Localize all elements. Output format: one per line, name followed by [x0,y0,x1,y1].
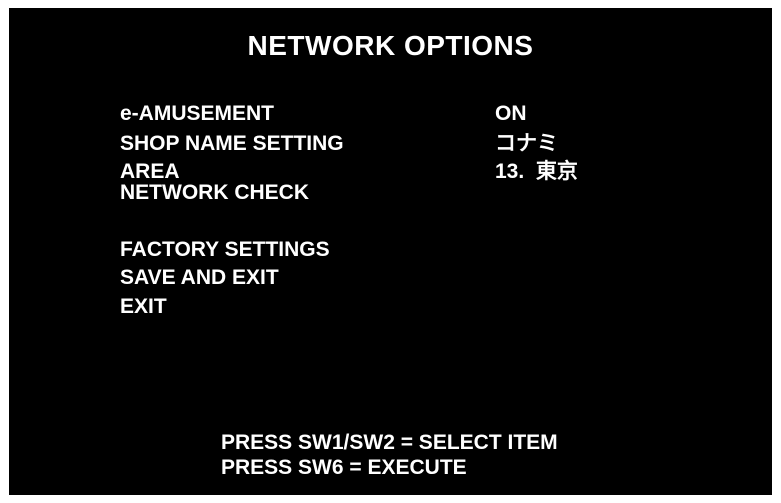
menu-item-shop-name-setting[interactable]: SHOP NAME SETTING [120,132,344,156]
menu-item-e-amusement[interactable]: e-AMUSEMENT [120,102,274,126]
menu-item-exit[interactable]: EXIT [120,295,167,319]
menu-item-network-check[interactable]: NETWORK CHECK [120,181,309,205]
shop-name-value: コナミ [495,132,558,155]
footer-select-instruction: PRESS SW1/SW2 = SELECT ITEM [221,431,558,454]
menu-item-save-and-exit[interactable]: SAVE AND EXIT [120,266,279,290]
area-value: 13. 東京 [495,160,578,183]
e-amusement-value: ON [495,102,527,125]
page-title: NETWORK OPTIONS [247,30,534,61]
service-menu-screen: NETWORK OPTIONS e-AMUSEMENT ON SHOP NAME… [9,8,772,495]
footer-execute-instruction: PRESS SW6 = EXECUTE [221,456,467,479]
menu-item-factory-settings[interactable]: FACTORY SETTINGS [120,238,330,262]
